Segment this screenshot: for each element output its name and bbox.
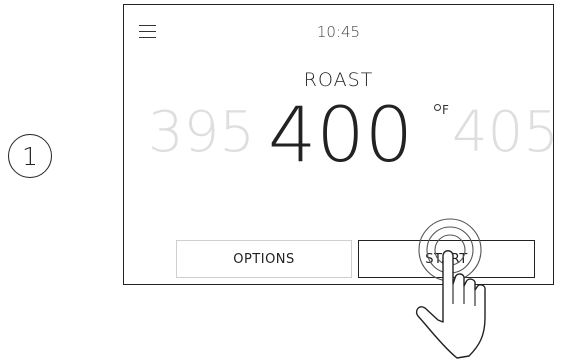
start-button[interactable]: START <box>358 240 535 278</box>
options-button[interactable]: OPTIONS <box>176 240 352 278</box>
oven-touch-screen: 10:45 ROAST 395 400 405 F OPTIONS START <box>123 4 559 285</box>
temperature-unit-label: F <box>442 103 449 117</box>
temperature-unit: F <box>434 103 449 117</box>
step-number-badge: 1 <box>8 134 52 178</box>
degree-symbol-icon <box>434 104 441 111</box>
temperature-previous-option[interactable]: 395 <box>148 105 255 161</box>
temperature-next-option[interactable]: 405 <box>452 105 559 161</box>
step-number: 1 <box>22 141 38 171</box>
cooking-mode-label: ROAST <box>303 69 374 91</box>
start-button-label: START <box>425 251 468 267</box>
options-button-label: OPTIONS <box>233 251 295 267</box>
temperature-selected-value[interactable]: 400 <box>268 97 413 173</box>
clock-display: 10:45 <box>316 23 361 41</box>
